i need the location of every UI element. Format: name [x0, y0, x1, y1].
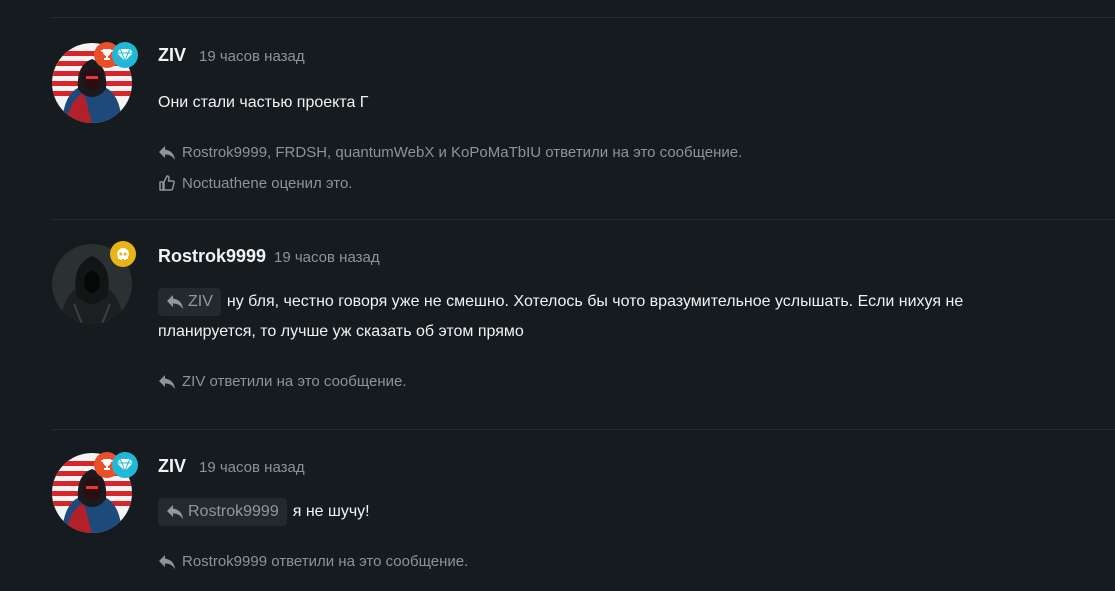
reply-arrow-icon: [159, 145, 175, 160]
reply-arrow-icon: [159, 554, 175, 569]
replies-line[interactable]: Rostrok9999 ответили на это сообщение.: [158, 553, 468, 570]
post-time[interactable]: 19 часов назад: [274, 249, 380, 266]
avatar-rostrok9999[interactable]: [52, 241, 136, 324]
diamond-badge-icon[interactable]: [112, 42, 138, 68]
thumbs-up-icon: [159, 175, 175, 191]
message-body: Rostrok9999 я не шучу!: [158, 497, 370, 527]
replies-text: Rostrok9999 ответили на это сообщение.: [182, 553, 469, 570]
message-thread: ZIV 19 часов назад Они стали частью прое…: [0, 0, 1115, 591]
replies-text: ZIV ответили на это сообщение.: [182, 373, 407, 390]
avatar-ziv[interactable]: [52, 42, 138, 123]
quote-author: ZIV: [188, 292, 213, 310]
reactions-line[interactable]: Noctuathene оценил это.: [158, 174, 352, 192]
reply-arrow-icon: [167, 294, 183, 309]
author-name[interactable]: ZIV: [158, 456, 186, 477]
diamond-badge-icon[interactable]: [112, 452, 138, 478]
skull-badge-icon[interactable]: [110, 241, 136, 267]
post-time[interactable]: 19 часов назад: [199, 48, 305, 65]
reactions-text: Noctuathene оценил это.: [182, 174, 353, 192]
replies-line[interactable]: Rostrok9999, FRDSH, quantumWebX и KoPoMa…: [158, 144, 742, 161]
author-name[interactable]: Rostrok9999: [158, 246, 266, 267]
replies-text: Rostrok9999, FRDSH, quantumWebX и KoPoMa…: [182, 144, 743, 161]
message-body: ZIV ну бля, честно говоря уже не смешно.…: [158, 287, 1058, 347]
quote-chip[interactable]: ZIV: [158, 287, 221, 316]
message-text-line-2: планируется, то лучше уж сказать об этом…: [158, 323, 524, 340]
divider: [52, 219, 1115, 220]
divider: [52, 429, 1115, 430]
post-time[interactable]: 19 часов назад: [199, 459, 305, 476]
message-text: Они стали частью проекта Г: [158, 94, 369, 111]
message-text: я не шучу!: [292, 503, 370, 520]
quote-author: Rostrok9999: [188, 502, 279, 520]
reply-arrow-icon: [159, 374, 175, 389]
author-name[interactable]: ZIV: [158, 45, 186, 66]
quote-chip[interactable]: Rostrok9999: [158, 497, 287, 526]
message-text-line-1: ну бля, честно говоря уже не смешно. Хот…: [226, 293, 964, 310]
divider: [52, 17, 1115, 18]
avatar-ziv[interactable]: [52, 452, 138, 533]
reply-arrow-icon: [167, 504, 183, 519]
replies-line[interactable]: ZIV ответили на это сообщение.: [158, 373, 407, 390]
